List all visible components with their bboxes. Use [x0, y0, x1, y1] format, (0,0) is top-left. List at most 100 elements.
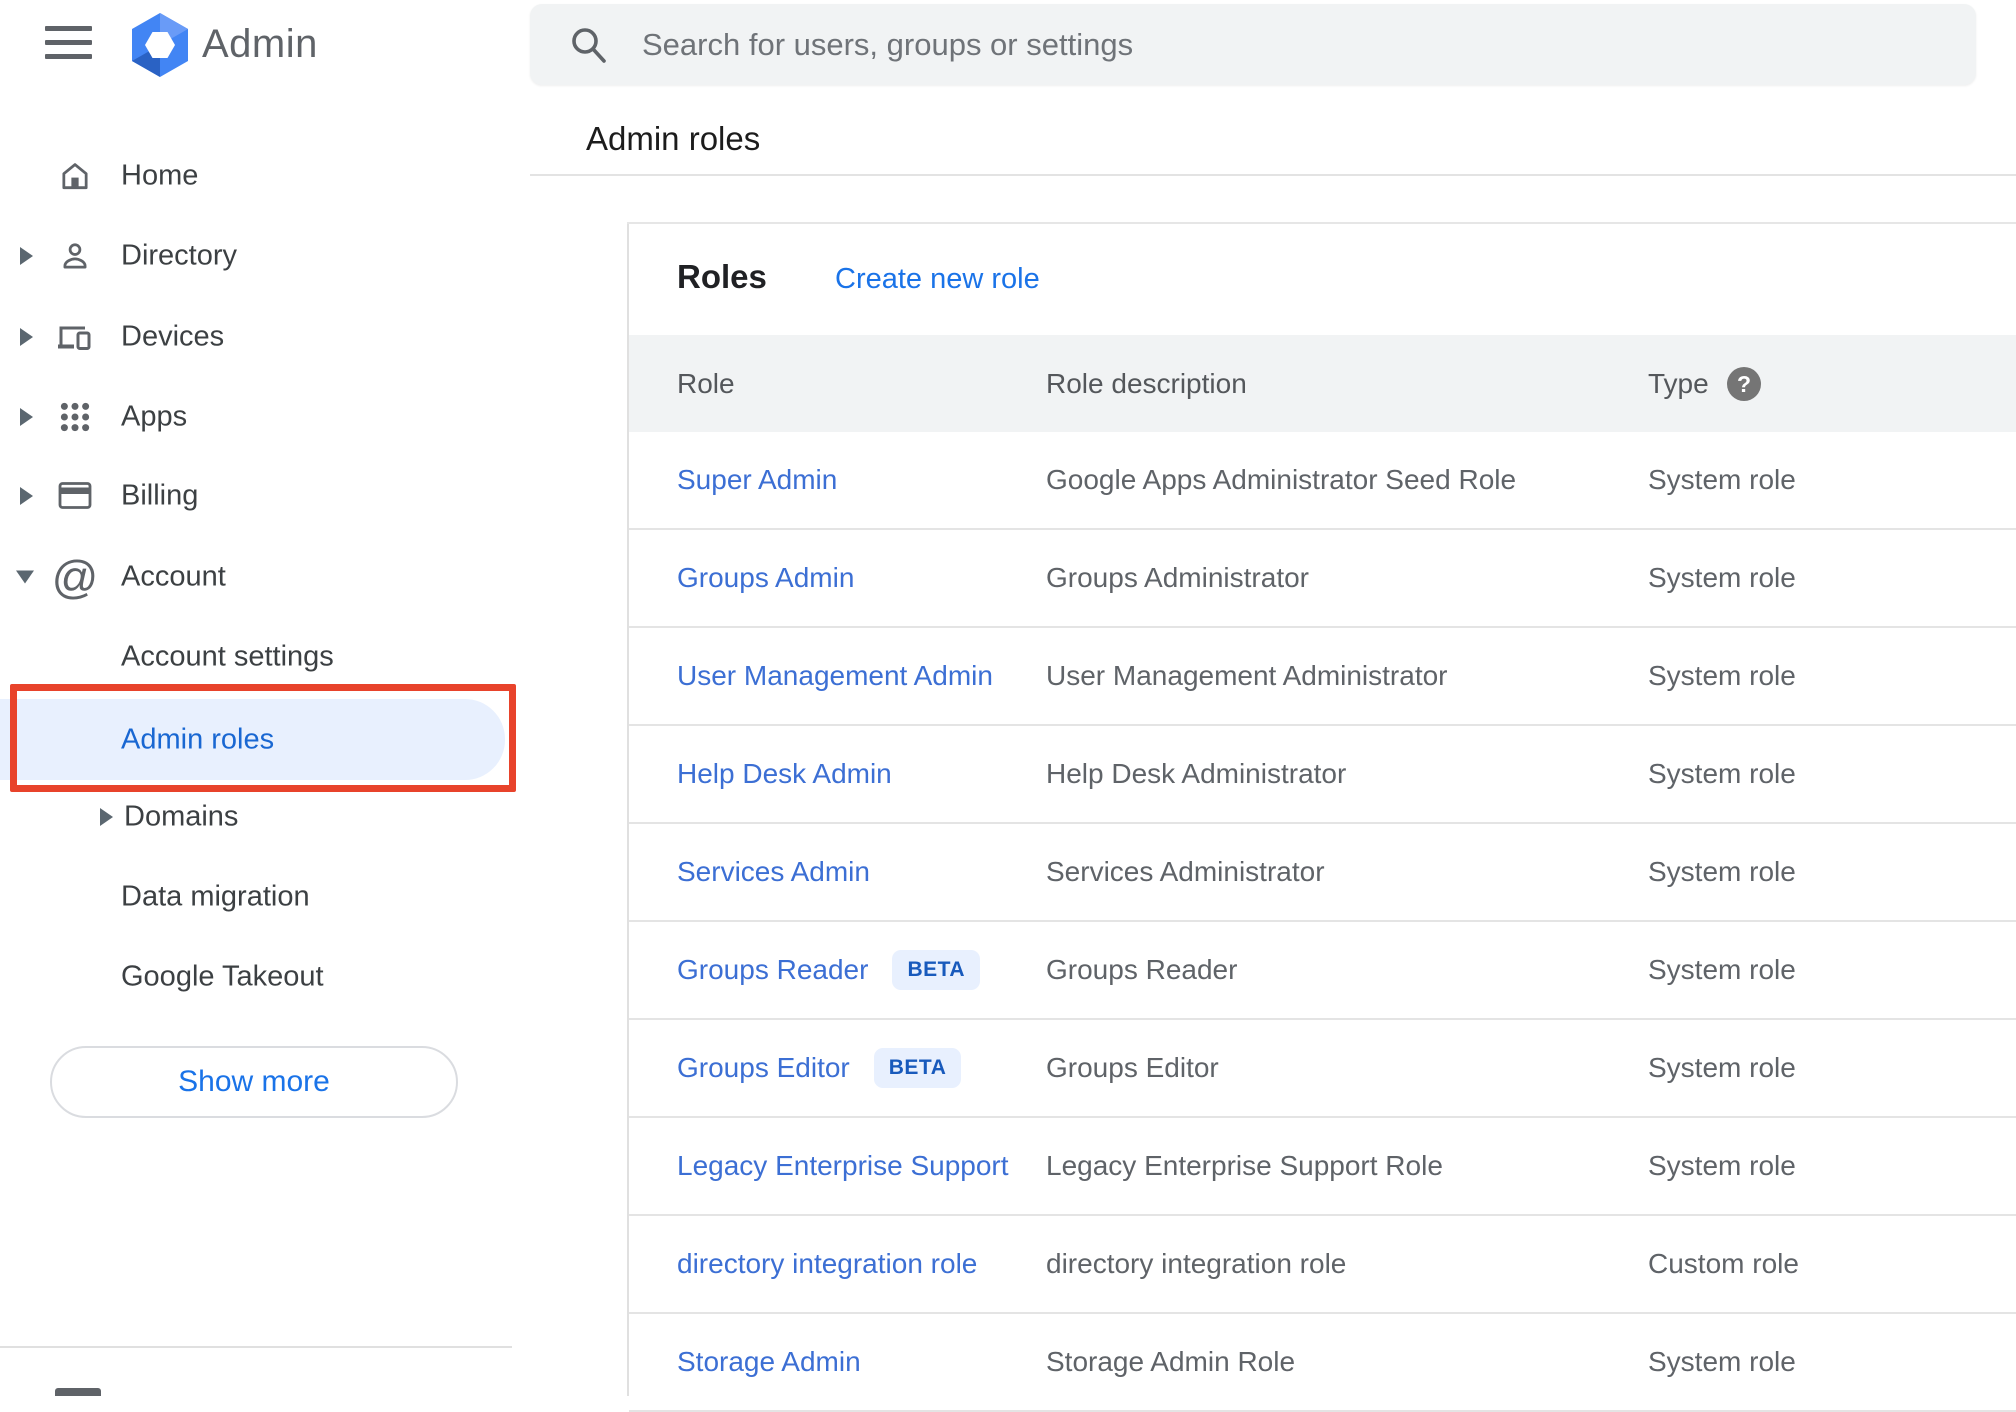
help-icon[interactable]: ? [1725, 365, 1763, 403]
table-row: Legacy Enterprise Support Legacy Enterpr… [629, 1118, 2016, 1216]
expand-arrow-icon[interactable] [20, 487, 33, 505]
at-sign-icon: @ [51, 551, 99, 603]
app-title: Admin [202, 22, 318, 66]
person-icon [57, 238, 93, 274]
expand-arrow-icon[interactable] [20, 247, 33, 265]
hamburger-bar [45, 26, 92, 31]
table-header-row: Role Role description Type ? [629, 335, 2016, 432]
column-header-description: Role description [1046, 367, 1247, 399]
role-description: Google Apps Administrator Seed Role [1046, 464, 1517, 495]
search-bar[interactable] [530, 4, 1976, 85]
role-type: System role [1648, 1346, 1796, 1377]
hamburger-menu-button[interactable] [45, 26, 92, 59]
sidebar-item-label: Home [121, 159, 199, 192]
role-link[interactable]: Groups Editor BETA [677, 1048, 962, 1088]
table-row: Groups Reader BETA Groups Reader System … [629, 922, 2016, 1020]
sidebar-item-label: Directory [121, 239, 238, 272]
role-type: System role [1648, 954, 1796, 985]
table-row: Groups Admin Groups Administrator System… [629, 530, 2016, 628]
sidebar-item-data-migration[interactable]: Data migration [0, 868, 512, 926]
table-row: User Management Admin User Management Ad… [629, 628, 2016, 726]
role-description: directory integration role [1046, 1248, 1347, 1279]
role-type: System role [1648, 562, 1796, 593]
devices-icon [57, 319, 93, 355]
sidebar-item-domains[interactable]: Domains [0, 788, 512, 846]
sidebar-item-label: Account [121, 560, 226, 593]
role-link[interactable]: Services Admin [677, 856, 870, 888]
panel-title: Roles [677, 258, 767, 295]
role-link[interactable]: Groups Reader BETA [677, 950, 981, 990]
expand-arrow-icon[interactable] [20, 328, 33, 346]
role-type: System role [1648, 856, 1796, 887]
role-description: Legacy Enterprise Support Role [1046, 1150, 1443, 1181]
role-type: System role [1648, 1052, 1796, 1083]
role-link[interactable]: Groups Admin [677, 562, 854, 594]
table-row: Storage Admin Storage Admin Role System … [629, 1314, 2016, 1412]
role-type: System role [1648, 758, 1796, 789]
column-header-role: Role [677, 367, 735, 399]
roles-table: Super Admin Google Apps Administrator Se… [629, 432, 2016, 1412]
role-description: User Management Administrator [1046, 660, 1448, 691]
role-description: Groups Administrator [1046, 562, 1309, 593]
sidebar-divider [0, 1346, 512, 1348]
hamburger-bar [45, 40, 92, 45]
role-type: Custom role [1648, 1248, 1799, 1279]
role-link[interactable]: Legacy Enterprise Support [677, 1150, 1009, 1182]
role-type: System role [1648, 464, 1796, 495]
credit-card-icon [57, 478, 93, 514]
collapse-arrow-icon[interactable] [16, 570, 34, 584]
hamburger-bar [45, 54, 92, 59]
role-description: Help Desk Administrator [1046, 758, 1347, 789]
search-icon [572, 28, 606, 63]
role-type: System role [1648, 1150, 1796, 1181]
column-header-type: Type [1648, 367, 1709, 399]
sidebar-item-label: Devices [121, 320, 225, 353]
table-row: Super Admin Google Apps Administrator Se… [629, 432, 2016, 530]
role-description: Services Administrator [1046, 856, 1325, 887]
sidebar-item-account-settings[interactable]: Account settings [0, 628, 512, 686]
sidebar-item-label: Apps [121, 400, 188, 433]
role-description: Groups Editor [1046, 1052, 1219, 1083]
sidebar-item-google-takeout[interactable]: Google Takeout [0, 948, 512, 1006]
table-row: Help Desk Admin Help Desk Administrator … [629, 726, 2016, 824]
table-row: Services Admin Services Administrator Sy… [629, 824, 2016, 922]
show-more-button[interactable]: Show more [50, 1046, 458, 1118]
create-new-role-link[interactable]: Create new role [835, 263, 1040, 296]
home-icon [57, 158, 93, 194]
table-row: Groups Editor BETA Groups Editor System … [629, 1020, 2016, 1118]
sidebar-item-directory[interactable]: Directory [0, 227, 512, 285]
breadcrumb: Admin roles [586, 120, 761, 157]
table-row: directory integration role directory int… [629, 1216, 2016, 1314]
sidebar-item-account[interactable]: @ Account [0, 548, 512, 606]
svg-text:?: ? [1737, 371, 1751, 397]
role-description: Storage Admin Role [1046, 1346, 1296, 1377]
sidebar-item-devices[interactable]: Devices [0, 308, 512, 366]
sidebar-item-label: Account settings [121, 640, 334, 673]
role-link[interactable]: Help Desk Admin [677, 758, 892, 790]
sidebar-item-label: Data migration [121, 880, 310, 913]
expand-arrow-icon[interactable] [20, 408, 33, 426]
role-type: System role [1648, 660, 1796, 691]
role-link[interactable]: directory integration role [677, 1248, 977, 1280]
sidebar-item-label: Google Takeout [121, 960, 324, 993]
sidebar-item-apps[interactable]: Apps [0, 388, 512, 446]
sidebar-item-label: Domains [124, 800, 239, 833]
role-link[interactable]: Super Admin [677, 464, 837, 496]
role-link[interactable]: Storage Admin [677, 1346, 861, 1378]
search-input[interactable] [642, 4, 1942, 85]
card-border [627, 222, 2016, 224]
admin-logo-icon[interactable] [128, 11, 192, 79]
sidebar-item-billing[interactable]: Billing [0, 467, 512, 525]
role-link[interactable]: User Management Admin [677, 660, 993, 692]
header-divider [530, 174, 2016, 176]
role-description: Groups Reader [1046, 954, 1238, 985]
sidebar-item-label: Admin roles [121, 723, 275, 755]
expand-arrow-icon[interactable] [100, 808, 113, 826]
sidebar-item-admin-roles[interactable]: Admin roles [0, 699, 512, 780]
clipped-bottom-icon [55, 1388, 101, 1396]
beta-badge: BETA [873, 1048, 962, 1088]
apps-grid-icon [57, 399, 93, 435]
sidebar-item-home[interactable]: Home [0, 147, 512, 205]
sidebar-item-label: Billing [121, 479, 199, 512]
beta-badge: BETA [892, 950, 981, 990]
